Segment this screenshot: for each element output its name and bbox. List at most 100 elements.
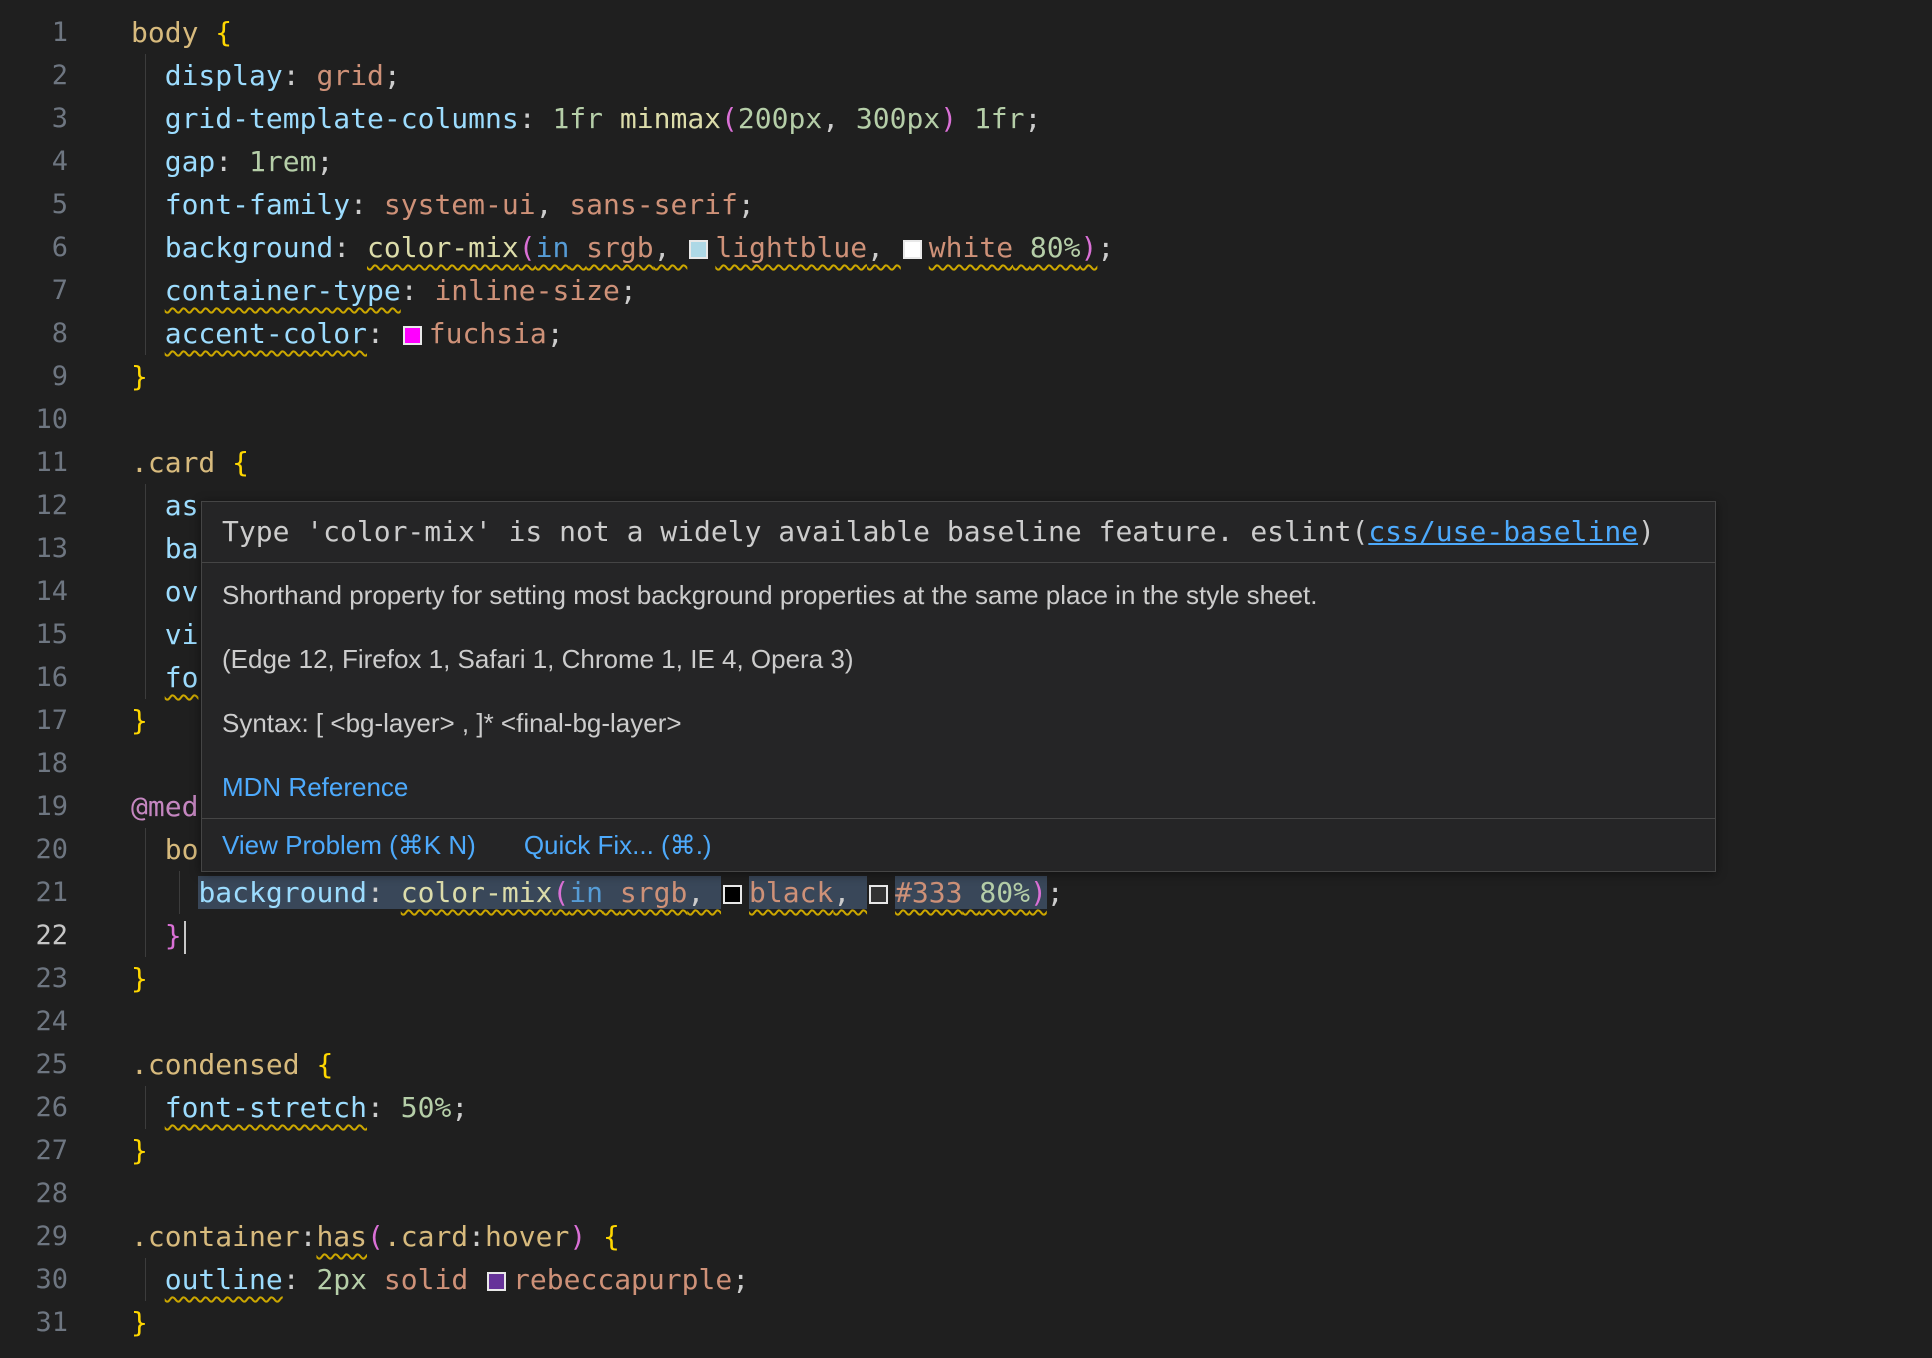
code-line-row[interactable]: 10 — [0, 398, 1932, 441]
code-line-row[interactable]: 2 display: grid; — [0, 54, 1932, 97]
line-number[interactable]: 27 — [0, 1129, 68, 1172]
color-swatch[interactable] — [723, 885, 742, 904]
line-number[interactable]: 29 — [0, 1215, 68, 1258]
token: ) — [1030, 876, 1047, 909]
token: .card — [131, 446, 215, 479]
code-line[interactable]: accent-color: fuchsia; — [131, 312, 1932, 355]
code-line[interactable]: font-stretch: 50%; — [131, 1086, 1932, 1129]
code-line-row[interactable]: 27} — [0, 1129, 1932, 1172]
color-swatch[interactable] — [403, 326, 422, 345]
line-number[interactable]: 19 — [0, 785, 68, 828]
line-number[interactable]: 23 — [0, 957, 68, 1000]
code-line-row[interactable]: 7 container-type: inline-size; — [0, 269, 1932, 312]
code-line[interactable]: .card { — [131, 441, 1932, 484]
code-line-row[interactable]: 11 .card { — [0, 441, 1932, 484]
line-number[interactable]: 15 — [0, 613, 68, 656]
line-number[interactable]: 26 — [0, 1086, 68, 1129]
line-number[interactable]: 20 — [0, 828, 68, 871]
line-number[interactable]: 1 — [0, 11, 68, 54]
line-number[interactable]: 13 — [0, 527, 68, 570]
code-line[interactable]: container-type: inline-size; — [131, 269, 1932, 312]
line-number[interactable]: 22 — [0, 914, 68, 957]
line-number[interactable]: 30 — [0, 1258, 68, 1301]
code-line[interactable]: } — [131, 914, 1932, 957]
line-number[interactable]: 12 — [0, 484, 68, 527]
code-line-row[interactable]: 30 outline: 2px solid rebeccapurple; — [0, 1258, 1932, 1301]
color-swatch[interactable] — [689, 240, 708, 259]
code-line-row[interactable]: 23} — [0, 957, 1932, 1000]
line-number[interactable]: 24 — [0, 1000, 68, 1043]
view-problem-link[interactable]: View Problem (⌘K N) — [222, 830, 476, 860]
code-line[interactable]: font-family: system-ui, sans-serif; — [131, 183, 1932, 226]
color-swatch[interactable] — [903, 240, 922, 259]
line-number[interactable]: 14 — [0, 570, 68, 613]
color-swatch[interactable] — [869, 885, 888, 904]
code-line[interactable]: display: grid; — [131, 54, 1932, 97]
code-line[interactable]: } — [131, 1129, 1932, 1172]
code-line[interactable]: background: color-mix(in srgb, black, #3… — [131, 871, 1932, 914]
code-line-row[interactable]: 6 background: color-mix(in srgb, lightbl… — [0, 226, 1932, 269]
token — [963, 876, 980, 909]
line-number[interactable]: 9 — [0, 355, 68, 398]
code-line-row[interactable]: 9} — [0, 355, 1932, 398]
code-line[interactable] — [131, 398, 1932, 441]
line-number[interactable]: 5 — [0, 183, 68, 226]
token: 2px — [316, 1263, 367, 1296]
code-line-row[interactable]: 28 — [0, 1172, 1932, 1215]
code-line[interactable] — [131, 1172, 1932, 1215]
code-line-row[interactable]: 24 — [0, 1000, 1932, 1043]
doc-description: Shorthand property for setting most back… — [222, 579, 1695, 612]
code-line[interactable]: .condensed { — [131, 1043, 1932, 1086]
line-number[interactable]: 8 — [0, 312, 68, 355]
quick-fix-link[interactable]: Quick Fix... (⌘.) — [524, 830, 712, 860]
line-number[interactable]: 4 — [0, 140, 68, 183]
code-line[interactable]: background: color-mix(in srgb, lightblue… — [131, 226, 1932, 269]
code-line[interactable]: } — [131, 1301, 1932, 1344]
code-line[interactable] — [131, 1000, 1932, 1043]
token: , — [536, 188, 570, 221]
token — [131, 661, 165, 694]
line-number[interactable]: 7 — [0, 269, 68, 312]
token — [131, 1263, 165, 1296]
diagnostic-rule-link[interactable]: css/use-baseline — [1368, 515, 1638, 548]
line-number[interactable]: 6 — [0, 226, 68, 269]
code-line-row[interactable]: 22 } — [0, 914, 1932, 957]
line-number[interactable]: 18 — [0, 742, 68, 785]
line-number[interactable]: 2 — [0, 54, 68, 97]
code-line-row[interactable]: 1 body { — [0, 11, 1932, 54]
code-line[interactable]: .container:has(.card:hover) { — [131, 1215, 1932, 1258]
token: minmax — [620, 102, 721, 135]
code-line-row[interactable]: 3 grid-template-columns: 1fr minmax(200p… — [0, 97, 1932, 140]
code-line[interactable]: gap: 1rem; — [131, 140, 1932, 183]
token: } — [165, 919, 182, 952]
code-line[interactable]: } — [131, 355, 1932, 398]
code-line-row[interactable]: 4 gap: 1rem; — [0, 140, 1932, 183]
token: ov — [165, 575, 199, 608]
code-line-row[interactable]: 31} — [0, 1301, 1932, 1344]
line-number[interactable]: 11 — [0, 441, 68, 484]
code-editor: 1body {2 display: grid;3 grid-template-c… — [0, 0, 1932, 1358]
code-line[interactable]: body { — [131, 11, 1932, 54]
line-number[interactable]: 17 — [0, 699, 68, 742]
mdn-reference-link[interactable]: MDN Reference — [222, 771, 408, 804]
line-number[interactable]: 25 — [0, 1043, 68, 1086]
line-number[interactable]: 3 — [0, 97, 68, 140]
code-line-row[interactable]: 29 .container:has(.card:hover) { — [0, 1215, 1932, 1258]
code-line-row[interactable]: 26 font-stretch: 50%; — [0, 1086, 1932, 1129]
color-swatch[interactable] — [487, 1272, 506, 1291]
code-line[interactable]: } — [131, 957, 1932, 1000]
code-line-row[interactable]: 5 font-family: system-ui, sans-serif; — [0, 183, 1932, 226]
line-number[interactable]: 28 — [0, 1172, 68, 1215]
code-line[interactable]: outline: 2px solid rebeccapurple; — [131, 1258, 1932, 1301]
line-number[interactable]: 21 — [0, 871, 68, 914]
token: vi — [165, 618, 199, 651]
token: as — [165, 489, 199, 522]
token — [131, 1091, 165, 1124]
line-number[interactable]: 10 — [0, 398, 68, 441]
code-line-row[interactable]: 8 accent-color: fuchsia; — [0, 312, 1932, 355]
line-number[interactable]: 16 — [0, 656, 68, 699]
code-line[interactable]: grid-template-columns: 1fr minmax(200px,… — [131, 97, 1932, 140]
line-number[interactable]: 31 — [0, 1301, 68, 1344]
code-line-row[interactable]: 21 background: color-mix(in srgb, black,… — [0, 871, 1932, 914]
code-line-row[interactable]: 25 .condensed { — [0, 1043, 1932, 1086]
